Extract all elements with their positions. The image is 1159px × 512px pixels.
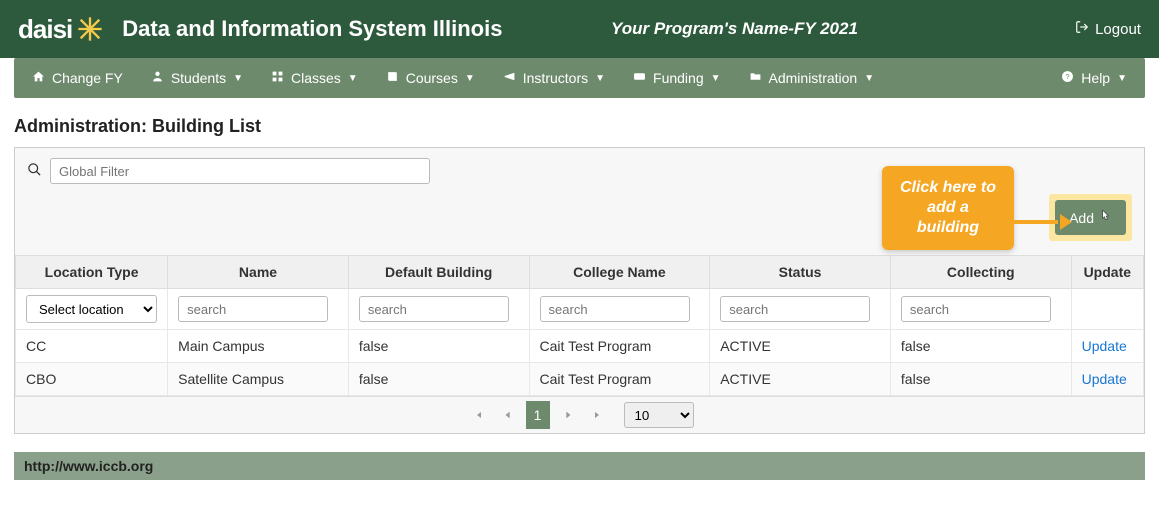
name-filter-input[interactable]	[178, 296, 328, 322]
page-title: Administration: Building List	[0, 98, 1159, 147]
callout-text: Click here to	[900, 178, 996, 198]
cell-default-building: false	[348, 363, 529, 396]
col-default-building[interactable]: Default Building	[348, 256, 529, 289]
paginator: 1 10	[15, 396, 1144, 433]
caret-down-icon: ▼	[711, 73, 721, 84]
callout-tooltip: Click here to add a building	[882, 166, 1014, 250]
add-button-label: Add	[1069, 210, 1094, 226]
card-icon	[633, 70, 646, 86]
cell-location-type: CC	[16, 330, 168, 363]
program-name: Your Program's Name-FY 2021	[611, 19, 858, 39]
folder-icon	[749, 70, 762, 86]
add-row: Click here to add a building Add	[15, 194, 1144, 255]
nav-label: Courses	[406, 70, 458, 86]
top-bar: daisi Data and Information System Illino…	[0, 0, 1159, 58]
nav-change-fy[interactable]: Change FY	[32, 70, 123, 86]
grid-icon	[271, 70, 284, 86]
caret-down-icon: ▼	[465, 73, 475, 84]
next-page-button[interactable]	[556, 401, 580, 429]
caret-down-icon: ▼	[1117, 73, 1127, 84]
caret-down-icon: ▼	[233, 73, 243, 84]
global-filter-input[interactable]	[50, 158, 430, 184]
col-status[interactable]: Status	[710, 256, 891, 289]
book-icon	[386, 70, 399, 86]
prev-page-button[interactable]	[496, 401, 520, 429]
cell-starting: false	[890, 363, 1071, 396]
cell-default-building: false	[348, 330, 529, 363]
asterisk-icon	[76, 15, 104, 43]
nav-label: Classes	[291, 70, 341, 86]
person-icon	[151, 70, 164, 86]
callout-text: add a	[900, 198, 996, 218]
cell-name: Satellite Campus	[168, 363, 349, 396]
cell-starting: false	[890, 330, 1071, 363]
col-location-type[interactable]: Location Type	[16, 256, 168, 289]
logout-label: Logout	[1095, 21, 1141, 38]
page-size-select[interactable]: 10	[624, 402, 694, 428]
question-icon: ?	[1061, 70, 1074, 86]
cell-college-name: Cait Test Program	[529, 330, 710, 363]
college-name-filter-input[interactable]	[540, 296, 690, 322]
starting-filter-input[interactable]	[901, 296, 1051, 322]
building-list-panel: Click here to add a building Add Locatio…	[14, 147, 1145, 434]
current-page[interactable]: 1	[526, 401, 550, 429]
cell-college-name: Cait Test Program	[529, 363, 710, 396]
search-icon	[27, 162, 42, 180]
nav-classes[interactable]: Classes ▼	[271, 70, 358, 86]
nav-administration[interactable]: Administration ▼	[749, 70, 875, 86]
logout-icon	[1075, 20, 1089, 38]
status-filter-input[interactable]	[720, 296, 870, 322]
first-page-button[interactable]	[466, 401, 490, 429]
table-row: CBO Satellite Campus false Cait Test Pro…	[16, 363, 1144, 396]
location-type-select[interactable]: Select location	[26, 295, 157, 323]
update-link[interactable]: Update	[1082, 371, 1127, 387]
nav-funding[interactable]: Funding ▼	[633, 70, 721, 86]
app-title: Data and Information System Illinois	[122, 16, 502, 42]
update-link[interactable]: Update	[1082, 338, 1127, 354]
nav-label: Instructors	[523, 70, 588, 86]
callout-text: building	[900, 218, 996, 238]
caret-down-icon: ▼	[595, 73, 605, 84]
col-college-name[interactable]: College Name	[529, 256, 710, 289]
footer-link[interactable]: http://www.iccb.org	[14, 452, 1145, 480]
nav-label: Help	[1081, 70, 1110, 86]
col-starting[interactable]: Collecting	[890, 256, 1071, 289]
cell-location-type: CBO	[16, 363, 168, 396]
col-update[interactable]: Update	[1071, 256, 1143, 289]
building-table: Location Type Name Default Building Coll…	[15, 255, 1144, 396]
last-page-button[interactable]	[586, 401, 610, 429]
nav-label: Administration	[769, 70, 858, 86]
nav-bar: Change FY Students ▼ Classes ▼ Courses ▼…	[14, 58, 1145, 98]
cursor-icon	[1098, 208, 1112, 227]
nav-help[interactable]: ? Help ▼	[1061, 70, 1127, 86]
caret-down-icon: ▼	[864, 73, 874, 84]
svg-text:?: ?	[1066, 72, 1070, 81]
logo: daisi	[18, 14, 104, 45]
nav-students[interactable]: Students ▼	[151, 70, 243, 86]
megaphone-icon	[503, 70, 516, 86]
cell-name: Main Campus	[168, 330, 349, 363]
home-icon	[32, 70, 45, 86]
arrow-icon	[1014, 210, 1068, 218]
col-name[interactable]: Name	[168, 256, 349, 289]
nav-label: Funding	[653, 70, 704, 86]
cell-status: ACTIVE	[710, 363, 891, 396]
logo-text: daisi	[18, 14, 72, 45]
cell-status: ACTIVE	[710, 330, 891, 363]
table-row: CC Main Campus false Cait Test Program A…	[16, 330, 1144, 363]
logout-link[interactable]: Logout	[1075, 20, 1141, 38]
nav-instructors[interactable]: Instructors ▼	[503, 70, 605, 86]
nav-label: Students	[171, 70, 226, 86]
caret-down-icon: ▼	[348, 73, 358, 84]
table-filter-row: Select location	[16, 289, 1144, 330]
nav-courses[interactable]: Courses ▼	[386, 70, 475, 86]
nav-label: Change FY	[52, 70, 123, 86]
default-building-filter-input[interactable]	[359, 296, 509, 322]
